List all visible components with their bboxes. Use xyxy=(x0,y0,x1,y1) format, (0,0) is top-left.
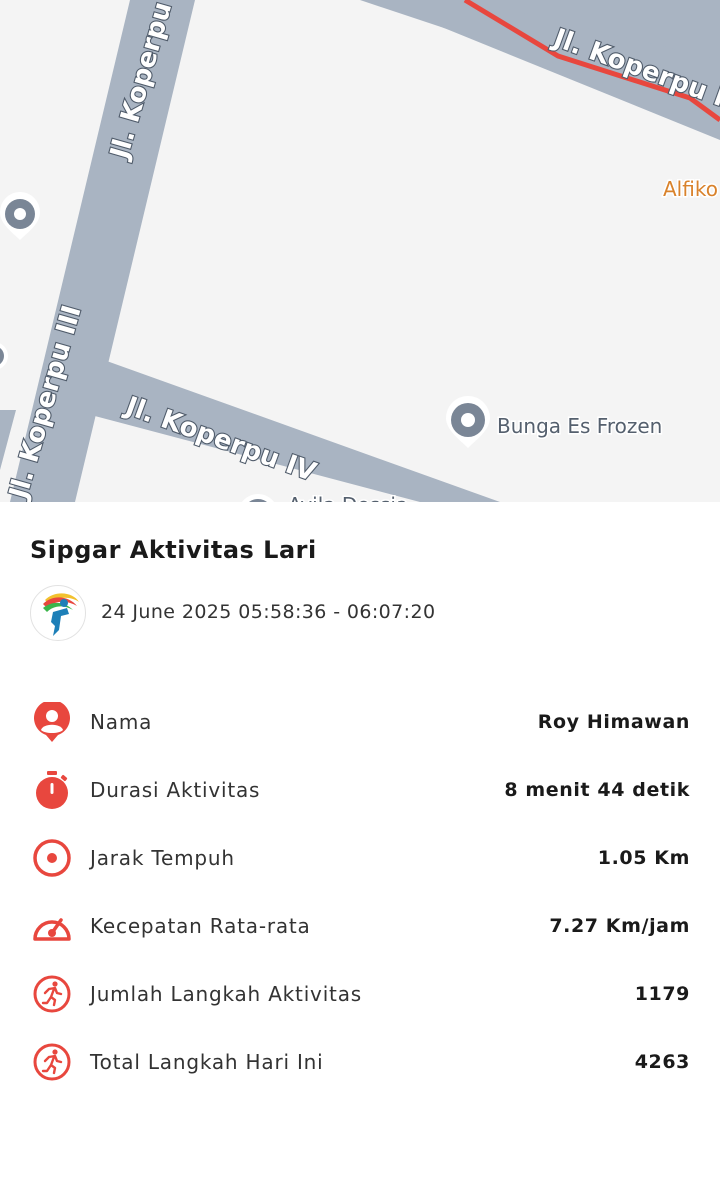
activity-map[interactable]: Jl. Koperpu I Jl. Koperpu I Jl. Koperpu … xyxy=(0,0,720,502)
road-koperpu-4 xyxy=(72,355,500,502)
stat-value: Roy Himawan xyxy=(537,711,690,733)
map-pin-icon[interactable] xyxy=(238,494,278,502)
app-logo-icon xyxy=(30,585,86,641)
stat-value: 8 menit 44 detik xyxy=(504,779,690,801)
stat-label: Durasi Aktivitas xyxy=(90,778,261,802)
stat-row-nama: Nama Roy Himawan xyxy=(30,700,690,744)
stat-row-durasi: Durasi Aktivitas 8 menit 44 detik xyxy=(30,768,690,812)
target-icon xyxy=(30,836,74,880)
stat-label: Nama xyxy=(90,710,153,734)
map-pin-icon[interactable] xyxy=(446,396,490,448)
stat-row-langkah-aktivitas: Jumlah Langkah Aktivitas 1179 xyxy=(30,972,690,1016)
activity-datetime: 24 June 2025 05:58:36 - 06:07:20 xyxy=(101,601,436,623)
speedometer-icon xyxy=(30,904,74,948)
stat-label: Jarak Tempuh xyxy=(90,846,235,870)
poi-label-bunga-es-frozen: Bunga Es Frozen xyxy=(497,414,662,438)
stat-row-kecepatan: Kecepatan Rata-rata 7.27 Km/jam xyxy=(30,904,690,948)
stat-label: Jumlah Langkah Aktivitas xyxy=(90,982,362,1006)
map-canvas[interactable]: Jl. Koperpu I Jl. Koperpu I Jl. Koperpu … xyxy=(0,0,720,502)
stat-value: 1.05 Km xyxy=(597,847,690,869)
poi-label-alfiko: Alfiko xyxy=(663,177,718,201)
stat-value: 1179 xyxy=(634,983,690,1005)
page-title: Sipgar Aktivitas Lari xyxy=(30,536,317,564)
stat-label: Kecepatan Rata-rata xyxy=(90,914,311,938)
stat-row-langkah-hari-ini: Total Langkah Hari Ini 4263 xyxy=(30,1040,690,1084)
runner-icon xyxy=(30,972,74,1016)
person-pin-icon xyxy=(30,700,74,744)
runner-icon xyxy=(30,1040,74,1084)
poi-label-ayila-dessia: Ayila Dessia xyxy=(288,493,408,502)
activity-summary-panel: Sipgar Aktivitas Lari 24 June 2025 05:58… xyxy=(0,502,720,1202)
stat-row-jarak: Jarak Tempuh 1.05 Km xyxy=(30,836,690,880)
stopwatch-icon xyxy=(30,768,74,812)
stat-label: Total Langkah Hari Ini xyxy=(90,1050,324,1074)
stat-value: 4263 xyxy=(634,1051,690,1073)
map-pin-icon[interactable] xyxy=(0,192,40,240)
stat-value: 7.27 Km/jam xyxy=(549,915,690,937)
map-pin-icon[interactable] xyxy=(0,342,8,370)
